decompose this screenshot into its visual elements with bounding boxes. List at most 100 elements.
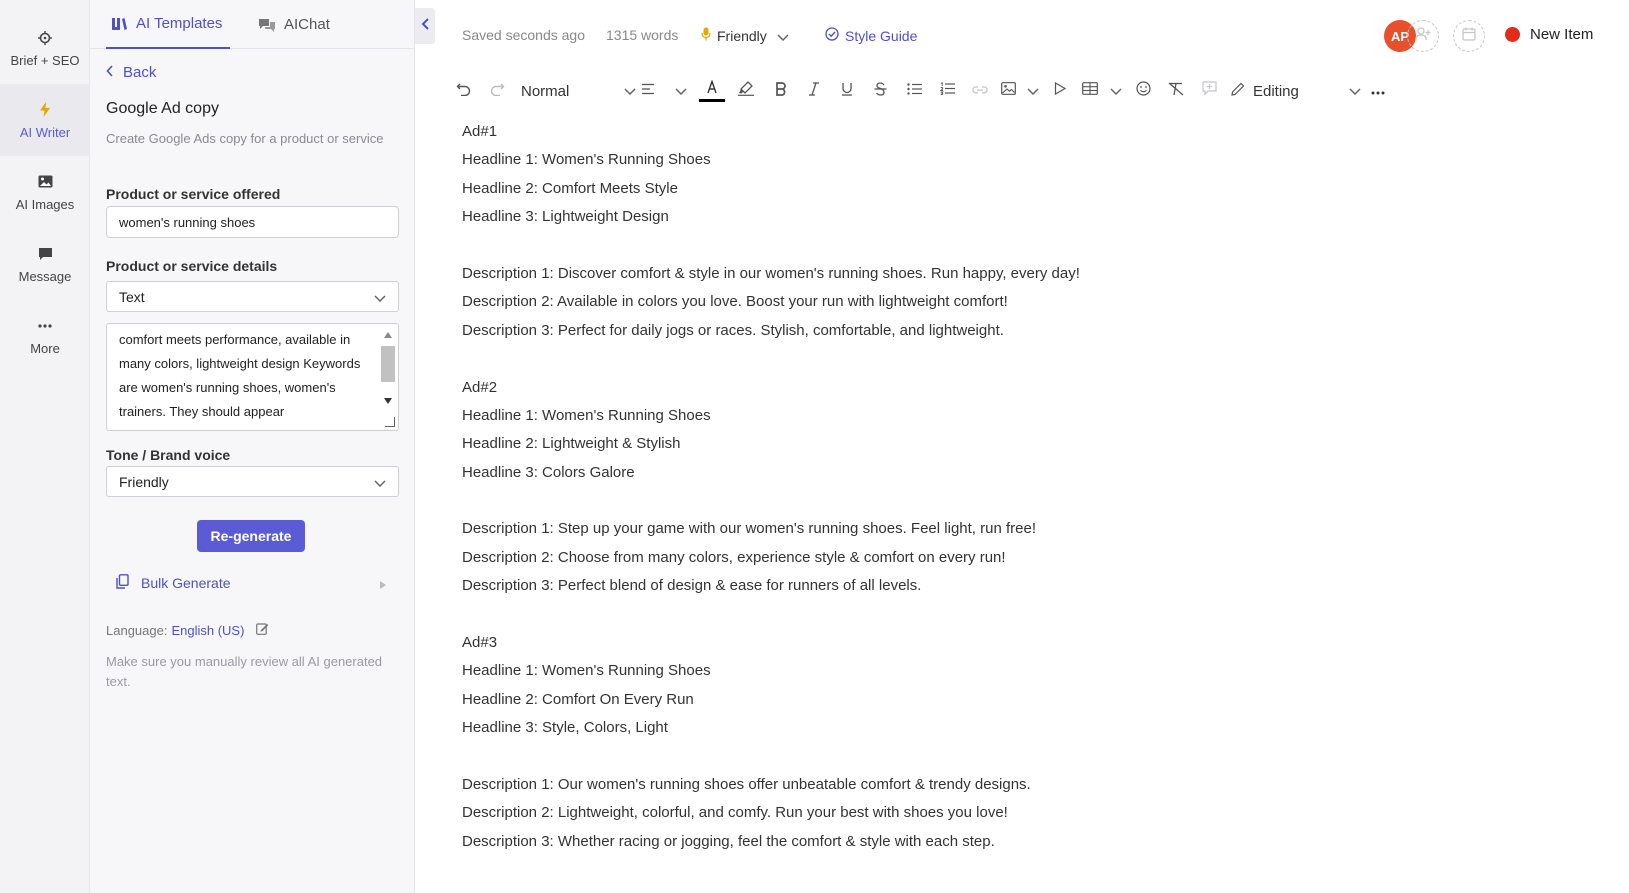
- bold-button[interactable]: [770, 80, 792, 102]
- templates-panel: AI Templates AIChat Back Google Ad copy …: [90, 0, 435, 893]
- rail-item-label: AI Writer: [19, 124, 71, 140]
- edit-icon[interactable]: [256, 622, 269, 638]
- calendar-icon: [1462, 27, 1476, 46]
- editing-mode-value: Editing: [1253, 82, 1299, 100]
- paragraph-style-select[interactable]: Normal: [521, 80, 636, 102]
- bold-icon: [775, 81, 787, 101]
- insert-image-select[interactable]: [1001, 80, 1039, 102]
- italic-button[interactable]: [803, 80, 825, 102]
- word-count: 1315 words: [606, 27, 679, 43]
- headline-line: Headline 3: Colors Galore: [462, 463, 635, 481]
- link-button[interactable]: [969, 80, 991, 102]
- ellipsis-icon: [36, 317, 54, 335]
- chat-icon: [36, 245, 54, 263]
- bullet-list-button[interactable]: [903, 80, 925, 102]
- rail-item-message[interactable]: Message: [0, 228, 90, 300]
- back-label: Back: [123, 64, 157, 81]
- scroll-thumb[interactable]: [381, 346, 395, 382]
- caret-right-icon: [380, 581, 386, 589]
- text-color-button[interactable]: [698, 79, 726, 102]
- product-input[interactable]: women's running shoes: [106, 206, 399, 238]
- rail-item-more[interactable]: More: [0, 300, 90, 372]
- chat-bubbles-icon: [258, 16, 276, 34]
- new-item-status[interactable]: New Item: [1505, 26, 1593, 43]
- template-title: Google Ad copy: [106, 100, 219, 117]
- chevron-down-icon: [374, 474, 386, 490]
- description-line: Description 2: Choose from many colors, …: [462, 548, 1006, 566]
- underline-button[interactable]: [836, 80, 858, 102]
- microphone-icon: [701, 27, 711, 44]
- numbered-list-icon: [938, 82, 955, 100]
- chevron-down-icon: [675, 82, 687, 100]
- more-options-button[interactable]: [1367, 80, 1389, 102]
- rail-item-ai-images[interactable]: AI Images: [0, 156, 90, 228]
- highlight-button[interactable]: [735, 80, 757, 102]
- align-select[interactable]: [641, 80, 687, 102]
- headline-line: Headline 2: Lightweight & Stylish: [462, 435, 681, 453]
- crosshair-icon: [36, 29, 54, 47]
- tab-label: AI Templates: [136, 15, 223, 32]
- clear-format-button[interactable]: [1165, 80, 1187, 102]
- editing-mode-select[interactable]: Editing: [1231, 80, 1361, 102]
- templates-icon: [110, 15, 128, 33]
- ellipsis-icon: [1371, 82, 1385, 100]
- description-line: Description 3: Perfect blend of design &…: [462, 577, 922, 595]
- numbered-list-button[interactable]: [936, 80, 958, 102]
- tone-label: Friendly: [717, 27, 767, 44]
- undo-icon: [456, 81, 471, 101]
- panel-tabs: AI Templates AIChat: [90, 0, 415, 49]
- tab-aichat[interactable]: AIChat: [258, 0, 330, 49]
- scroll-down-icon[interactable]: [384, 398, 392, 404]
- tone-dropdown[interactable]: Friendly: [701, 27, 789, 44]
- details-type-select[interactable]: Text: [106, 281, 399, 312]
- add-collaborator-button[interactable]: [1407, 20, 1439, 52]
- resize-handle-icon[interactable]: [385, 417, 395, 427]
- scroll-up-icon[interactable]: [384, 332, 392, 338]
- textarea-scrollbar[interactable]: [380, 326, 396, 426]
- bullet-list-icon: [906, 82, 922, 100]
- text-color-icon: [705, 79, 719, 99]
- chevron-down-icon: [624, 82, 636, 100]
- style-guide-button[interactable]: Style Guide: [825, 27, 917, 44]
- redo-button[interactable]: [486, 80, 508, 102]
- details-label: Product or service details: [106, 258, 278, 274]
- calendar-button[interactable]: [1453, 20, 1485, 52]
- bulk-generate-button[interactable]: Bulk Generate: [116, 574, 231, 592]
- regenerate-button[interactable]: Re-generate: [197, 520, 305, 552]
- strikethrough-button[interactable]: [869, 80, 891, 102]
- description-line: Description 2: Available in colors you l…: [462, 293, 1008, 311]
- pencil-icon: [1231, 82, 1245, 101]
- rail-item-ai-writer[interactable]: AI Writer: [0, 84, 90, 156]
- language-link[interactable]: English (US): [171, 623, 244, 638]
- details-textarea[interactable]: comfort meets performance, available in …: [106, 323, 399, 431]
- highlighter-icon: [738, 81, 754, 101]
- new-item-label: New Item: [1530, 26, 1594, 43]
- product-label: Product or service offered: [106, 186, 281, 202]
- document-body[interactable]: Ad#1 Headline 1: Women's Running Shoes H…: [462, 118, 1562, 856]
- media-button[interactable]: [1049, 80, 1071, 102]
- language-setting: Language: English (US): [106, 622, 269, 638]
- description-line: Description 1: Our women's running shoes…: [462, 775, 1031, 793]
- clear-format-icon: [1168, 82, 1184, 101]
- details-text: comfort meets performance, available in …: [119, 332, 361, 419]
- tone-select[interactable]: Friendly: [106, 466, 399, 497]
- rail-item-brief-seo[interactable]: Brief + SEO: [0, 12, 90, 84]
- underline-icon: [841, 82, 853, 101]
- redo-icon: [490, 81, 505, 101]
- image-icon: [1001, 82, 1016, 100]
- comment-button[interactable]: [1198, 80, 1220, 102]
- chevron-down-icon: [1349, 82, 1361, 100]
- tab-ai-templates[interactable]: AI Templates: [106, 0, 231, 49]
- insert-table-select[interactable]: [1082, 80, 1122, 102]
- back-link[interactable]: Back: [106, 64, 156, 81]
- tone-value: Friendly: [119, 473, 169, 490]
- headline-line: Headline 1: Women's Running Shoes: [462, 406, 711, 424]
- emoji-button[interactable]: [1132, 80, 1154, 102]
- chevron-down-icon: [374, 289, 386, 305]
- add-user-icon: [1415, 26, 1431, 46]
- undo-button[interactable]: [452, 80, 474, 102]
- headline-line: Headline 3: Lightweight Design: [462, 208, 669, 226]
